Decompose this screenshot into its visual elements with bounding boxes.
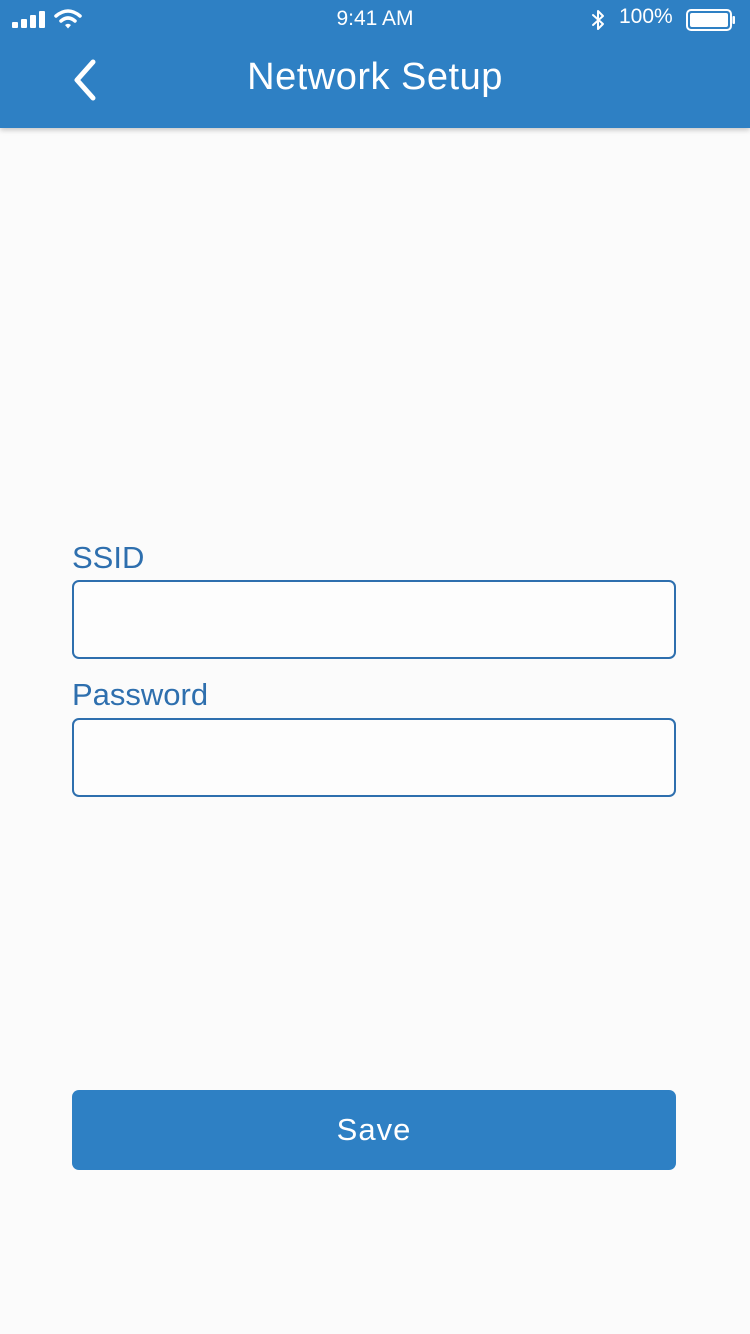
ssid-input[interactable] [72, 580, 676, 659]
bluetooth-icon [592, 10, 604, 30]
page-title: Network Setup [247, 56, 503, 98]
navigation-bar: Network Setup [0, 40, 750, 128]
battery-icon [686, 9, 735, 31]
save-button[interactable]: Save [72, 1090, 676, 1170]
header: 9:41 AM 100% Network Setup [0, 0, 750, 128]
password-input[interactable] [72, 718, 676, 797]
password-label: Password [72, 677, 209, 712]
status-bar: 9:41 AM 100% [0, 0, 750, 40]
battery-percent: 100% [619, 5, 673, 28]
ssid-label: SSID [72, 540, 145, 575]
